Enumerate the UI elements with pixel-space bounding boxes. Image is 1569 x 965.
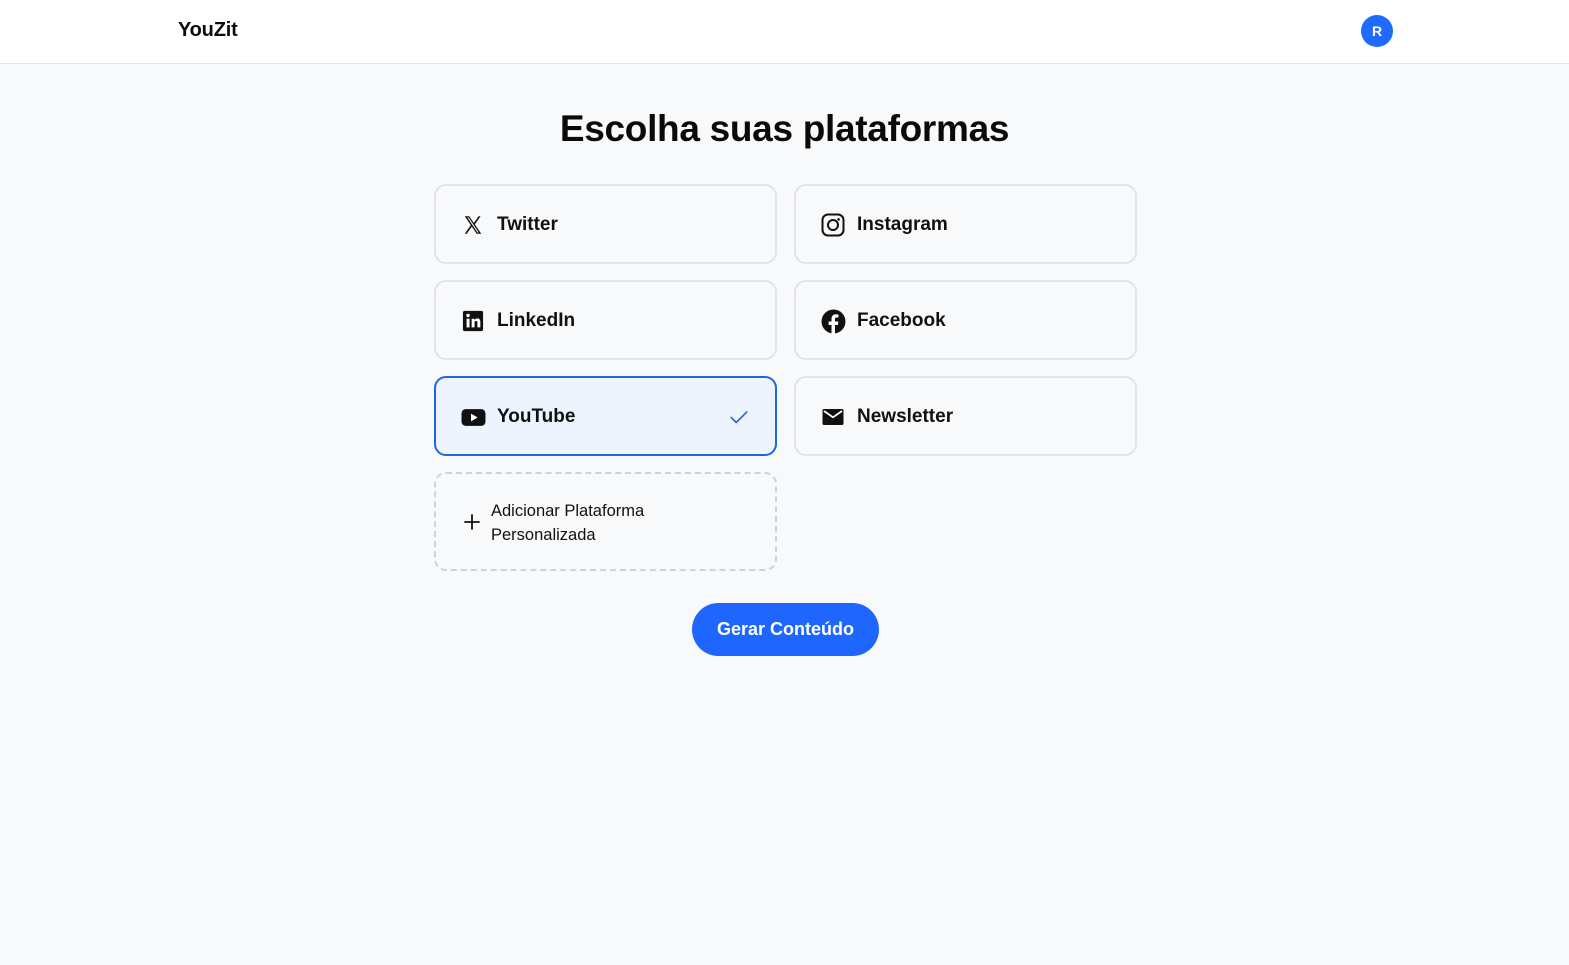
facebook-icon — [820, 308, 846, 334]
add-custom-platform-button[interactable]: Adicionar Plataforma Personalizada — [434, 472, 777, 571]
linkedin-icon — [460, 308, 486, 334]
envelope-icon — [820, 404, 846, 430]
platform-card-youtube[interactable]: YouTube — [434, 376, 777, 456]
x-twitter-icon — [460, 212, 486, 238]
platform-label: Facebook — [857, 310, 946, 331]
platform-label: Instagram — [857, 214, 948, 235]
platform-label: YouTube — [497, 406, 576, 427]
instagram-icon — [820, 212, 846, 238]
page-title: Escolha suas plataformas — [559, 108, 1010, 149]
platform-card-instagram[interactable]: Instagram — [794, 184, 1137, 264]
brand-logo[interactable]: YouZit — [178, 19, 238, 42]
plus-icon — [462, 512, 482, 532]
generate-content-button[interactable]: Gerar Conteúdo — [692, 603, 879, 656]
platform-label: Newsletter — [857, 406, 954, 427]
platform-card-twitter[interactable]: Twitter — [434, 184, 777, 264]
user-avatar[interactable]: R — [1361, 15, 1393, 47]
check-icon — [728, 406, 750, 428]
platform-card-linkedin[interactable]: LinkedIn — [434, 280, 777, 360]
platform-card-newsletter[interactable]: Newsletter — [794, 376, 1137, 456]
youtube-icon — [460, 404, 486, 430]
top-navbar: YouZit R — [0, 0, 1569, 64]
platform-card-facebook[interactable]: Facebook — [794, 280, 1137, 360]
platform-label: LinkedIn — [497, 310, 576, 331]
platform-label: Twitter — [497, 214, 558, 235]
add-custom-platform-label: Adicionar Plataforma Personalizada — [491, 502, 645, 544]
